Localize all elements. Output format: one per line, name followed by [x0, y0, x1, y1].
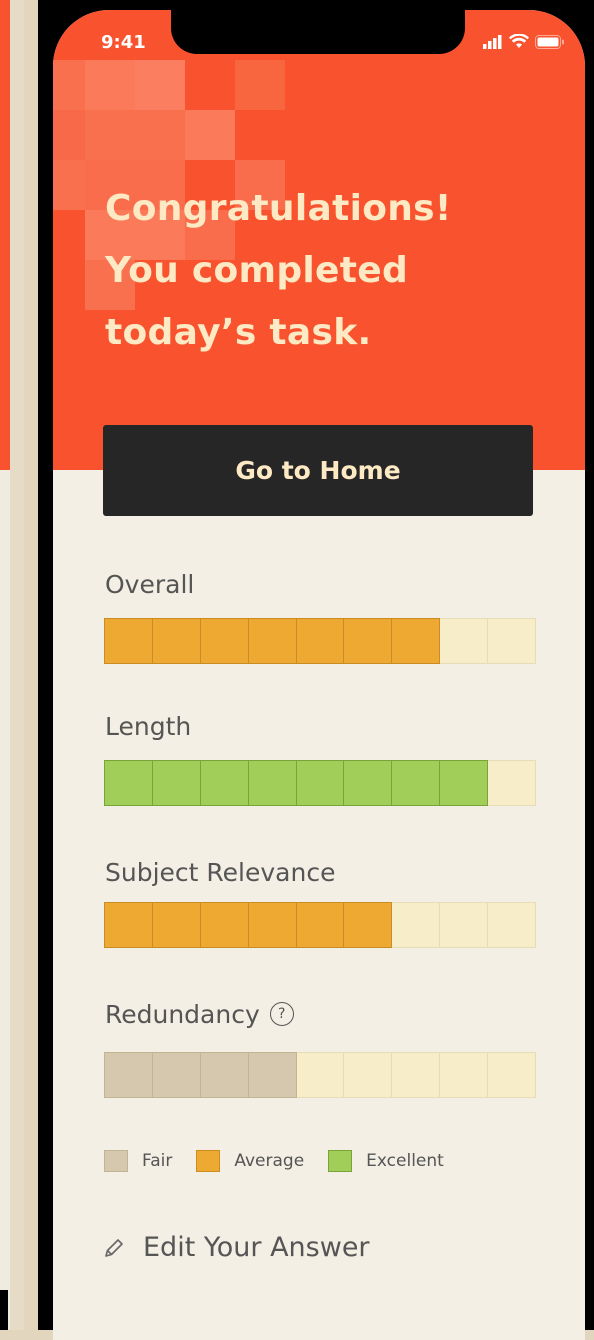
rating-legend: Fair Average Excellent [104, 1150, 468, 1172]
rating-segment-filled [392, 618, 441, 664]
pencil-icon [105, 1238, 123, 1257]
legend-item-fair: Fair [104, 1150, 172, 1172]
rating-segment-filled [392, 760, 441, 806]
metric-label-length: Length [105, 712, 192, 741]
headline-line-2: You completed [105, 250, 409, 291]
rating-segment-filled [152, 618, 201, 664]
rating-segment-filled [344, 618, 393, 664]
legend-item-average: Average [196, 1150, 304, 1172]
decor-tile [235, 60, 285, 110]
rating-segment-filled [344, 760, 393, 806]
cellular-signal-icon [483, 34, 502, 49]
hero-banner: 9:41 Congratulations! You completed toda… [53, 10, 585, 470]
rating-segment-empty [440, 902, 489, 948]
decor-tile [85, 110, 135, 160]
status-time: 9:41 [101, 32, 146, 53]
rating-segment-empty [440, 618, 489, 664]
rating-segment-empty [488, 760, 537, 806]
rating-segment-filled [104, 618, 153, 664]
metric-label-redundancy: Redundancy [105, 1000, 260, 1029]
rating-segment-filled [200, 1052, 249, 1098]
rating-segment-empty [392, 902, 441, 948]
adjacent-screen-bezel-edge [0, 1290, 8, 1330]
question-mark-help-icon[interactable]: ? [269, 1002, 294, 1026]
status-icons [483, 34, 565, 49]
adjacent-screen-hero-edge [0, 0, 10, 470]
metric-label-overall: Overall [105, 570, 195, 599]
rating-segment-empty [392, 1052, 441, 1098]
rating-segment-filled [152, 760, 201, 806]
headline-line-3: today’s task. [105, 312, 372, 353]
metric-label-redundancy-row: Redundancy? [105, 1000, 294, 1029]
rating-bar-redundancy [104, 1052, 537, 1098]
battery-icon [535, 34, 564, 49]
decor-tile [185, 110, 235, 160]
rating-segment-filled [344, 902, 393, 948]
rating-segment-filled [440, 760, 489, 806]
background-strip [10, 0, 24, 1330]
decor-tile [135, 60, 185, 110]
rating-segment-filled [248, 902, 297, 948]
rating-segment-filled [200, 902, 249, 948]
legend-swatch-average [196, 1150, 221, 1172]
rating-segment-filled [296, 618, 345, 664]
wifi-icon [509, 34, 529, 48]
rating-segment-empty [440, 1052, 489, 1098]
headline-line-1: Congratulations! [105, 188, 452, 229]
rating-segment-filled [104, 1052, 153, 1098]
rating-segment-filled [200, 618, 249, 664]
rating-segment-filled [152, 1052, 201, 1098]
rating-segment-filled [248, 760, 297, 806]
rating-bar-overall [104, 618, 537, 664]
legend-item-excellent: Excellent [328, 1150, 444, 1172]
rating-segment-empty [344, 1052, 393, 1098]
edit-your-answer-link[interactable]: Edit Your Answer [103, 1232, 370, 1263]
metric-label-subject-relevance: Subject Relevance [105, 858, 336, 887]
rating-segment-filled [152, 902, 201, 948]
device-notch [171, 10, 465, 54]
rating-segment-filled [248, 1052, 297, 1098]
rating-segment-filled [296, 760, 345, 806]
legend-label-excellent: Excellent [366, 1151, 444, 1171]
go-to-home-button[interactable]: Go to Home [103, 425, 533, 516]
phone-screen: 9:41 Congratulations! You completed toda… [53, 10, 585, 1340]
rating-segment-filled [104, 902, 153, 948]
edit-your-answer-label: Edit Your Answer [143, 1232, 370, 1263]
rating-bar-length [104, 760, 537, 806]
rating-segment-empty [488, 1052, 537, 1098]
legend-swatch-excellent [328, 1150, 353, 1172]
rating-segment-empty [488, 618, 537, 664]
decor-tile [85, 60, 135, 110]
decor-tile [135, 110, 185, 160]
rating-segment-filled [200, 760, 249, 806]
rating-segment-filled [248, 618, 297, 664]
legend-label-average: Average [234, 1151, 305, 1171]
rating-segment-filled [104, 760, 153, 806]
rating-segment-filled [296, 902, 345, 948]
rating-segment-empty [488, 902, 537, 948]
congratulations-headline: Congratulations! You completed today’s t… [105, 178, 525, 364]
rating-bar-subject-relevance [104, 902, 537, 948]
legend-swatch-fair [104, 1150, 128, 1172]
rating-segment-empty [296, 1052, 345, 1098]
legend-label-fair: Fair [142, 1151, 173, 1171]
